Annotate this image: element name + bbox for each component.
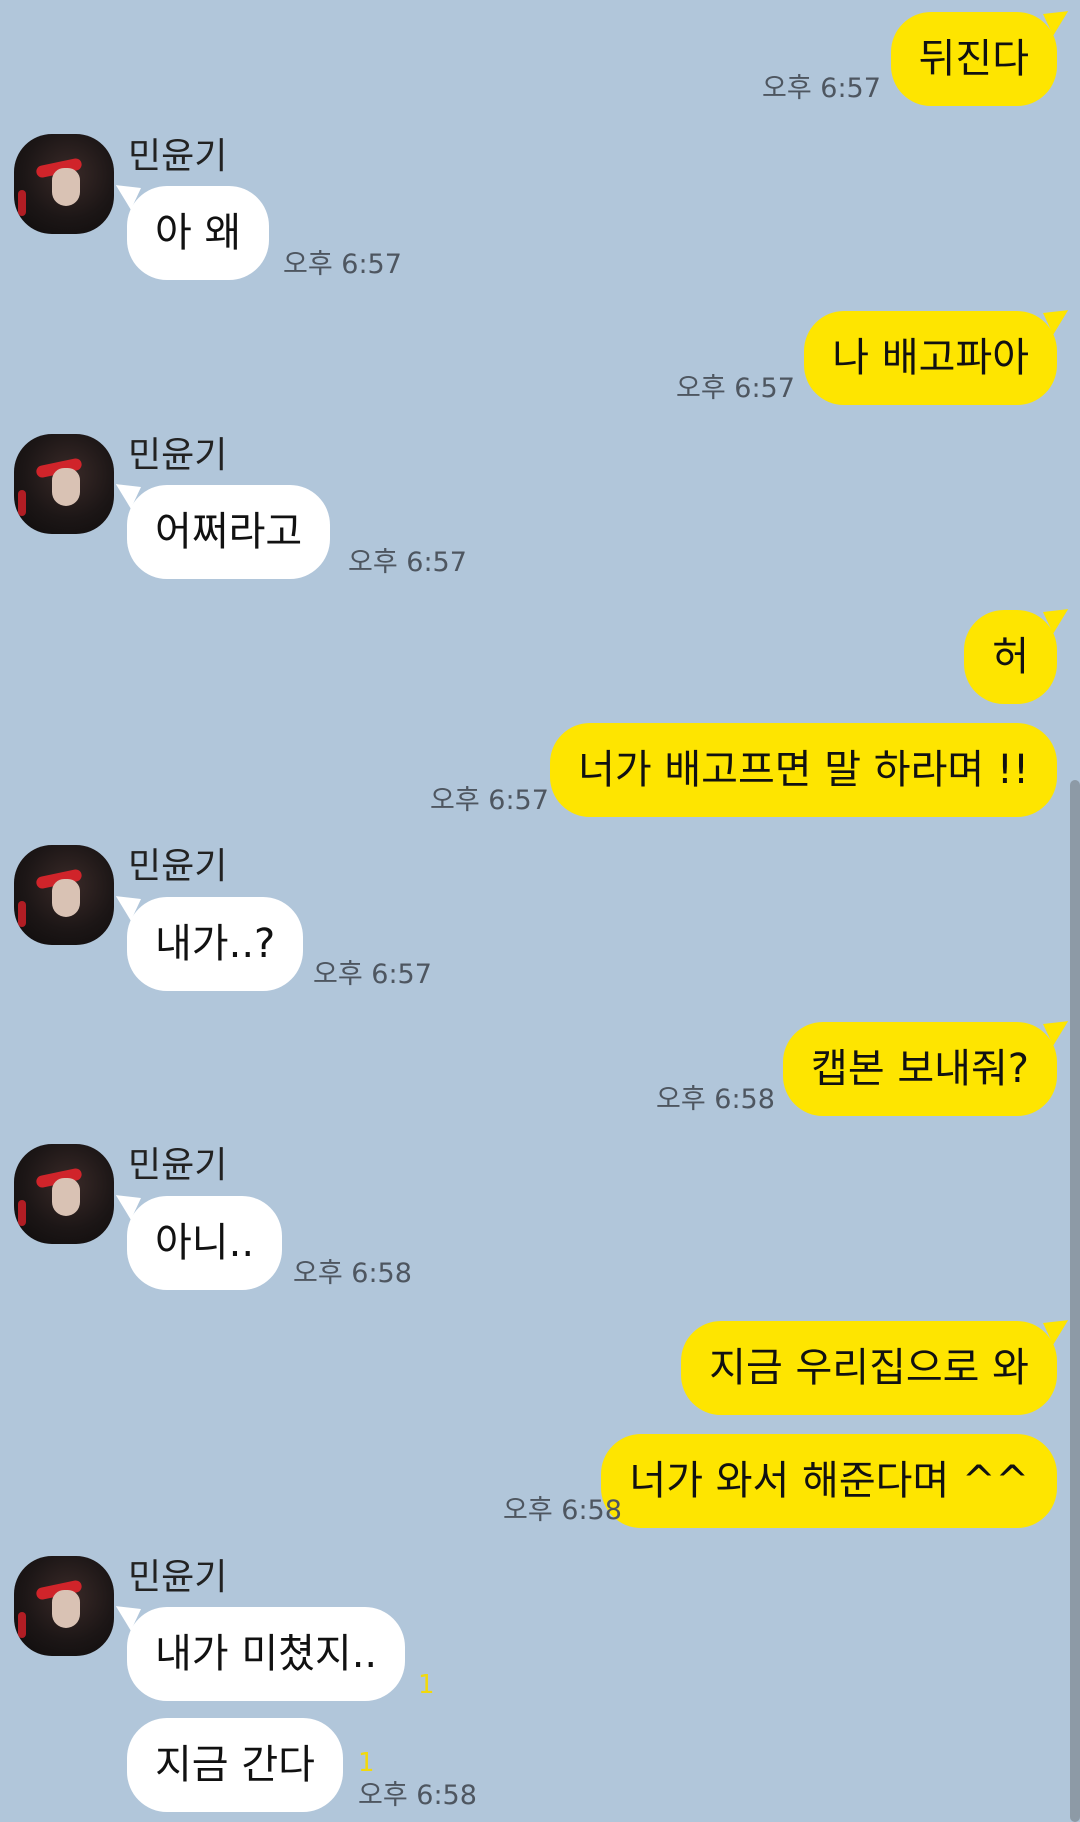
contact-name: 민윤기 bbox=[128, 136, 228, 177]
contact-name: 민윤기 bbox=[128, 1557, 228, 1598]
their-message-bubble[interactable]: 어쩌라고 bbox=[127, 485, 331, 579]
my-message-bubble[interactable]: 나 배고파아 bbox=[804, 311, 1057, 405]
chat-area[interactable]: 뒤진다 오후 6:57 민윤기 아 왜 오후 6:57 나 배고파아 오후 6:… bbox=[0, 0, 1080, 1822]
contact-avatar[interactable] bbox=[14, 1556, 114, 1656]
my-message-bubble[interactable]: 허 bbox=[964, 610, 1057, 704]
their-message-bubble[interactable]: 내가..? bbox=[127, 897, 304, 991]
their-message-bubble[interactable]: 지금 간다 bbox=[127, 1718, 343, 1812]
message-timestamp: 오후 6:57 bbox=[348, 547, 467, 578]
my-message-bubble[interactable]: 뒤진다 bbox=[890, 12, 1057, 106]
contact-name: 민윤기 bbox=[128, 846, 228, 887]
message-timestamp: 오후 6:58 bbox=[293, 1258, 412, 1289]
contact-name: 민윤기 bbox=[128, 435, 228, 476]
my-message-bubble[interactable]: 캡본 보내줘? bbox=[783, 1022, 1057, 1116]
contact-name: 민윤기 bbox=[128, 1145, 228, 1186]
unread-count: 1 bbox=[358, 1748, 375, 1778]
message-timestamp: 오후 6:57 bbox=[676, 373, 795, 404]
message-timestamp: 오후 6:58 bbox=[656, 1084, 775, 1115]
contact-avatar[interactable] bbox=[14, 845, 114, 945]
message-timestamp: 오후 6:57 bbox=[430, 785, 549, 816]
message-timestamp: 오후 6:57 bbox=[283, 249, 402, 280]
their-message-bubble[interactable]: 아니.. bbox=[127, 1196, 283, 1290]
unread-count: 1 bbox=[418, 1670, 435, 1700]
my-message-bubble[interactable]: 너가 배고프면 말 하라며 !! bbox=[550, 723, 1057, 817]
my-message-bubble[interactable]: 너가 와서 해준다며 ^^ bbox=[601, 1434, 1057, 1528]
message-timestamp: 오후 6:58 bbox=[503, 1495, 622, 1526]
message-timestamp: 오후 6:57 bbox=[762, 73, 881, 104]
scrollbar[interactable] bbox=[1070, 780, 1080, 1822]
contact-avatar[interactable] bbox=[14, 1144, 114, 1244]
their-message-bubble[interactable]: 내가 미쳤지.. bbox=[127, 1607, 406, 1701]
message-timestamp: 오후 6:58 bbox=[358, 1780, 477, 1811]
their-message-bubble[interactable]: 아 왜 bbox=[127, 186, 270, 280]
contact-avatar[interactable] bbox=[14, 134, 114, 234]
contact-avatar[interactable] bbox=[14, 434, 114, 534]
my-message-bubble[interactable]: 지금 우리집으로 와 bbox=[681, 1321, 1057, 1415]
message-timestamp: 오후 6:57 bbox=[313, 959, 432, 990]
